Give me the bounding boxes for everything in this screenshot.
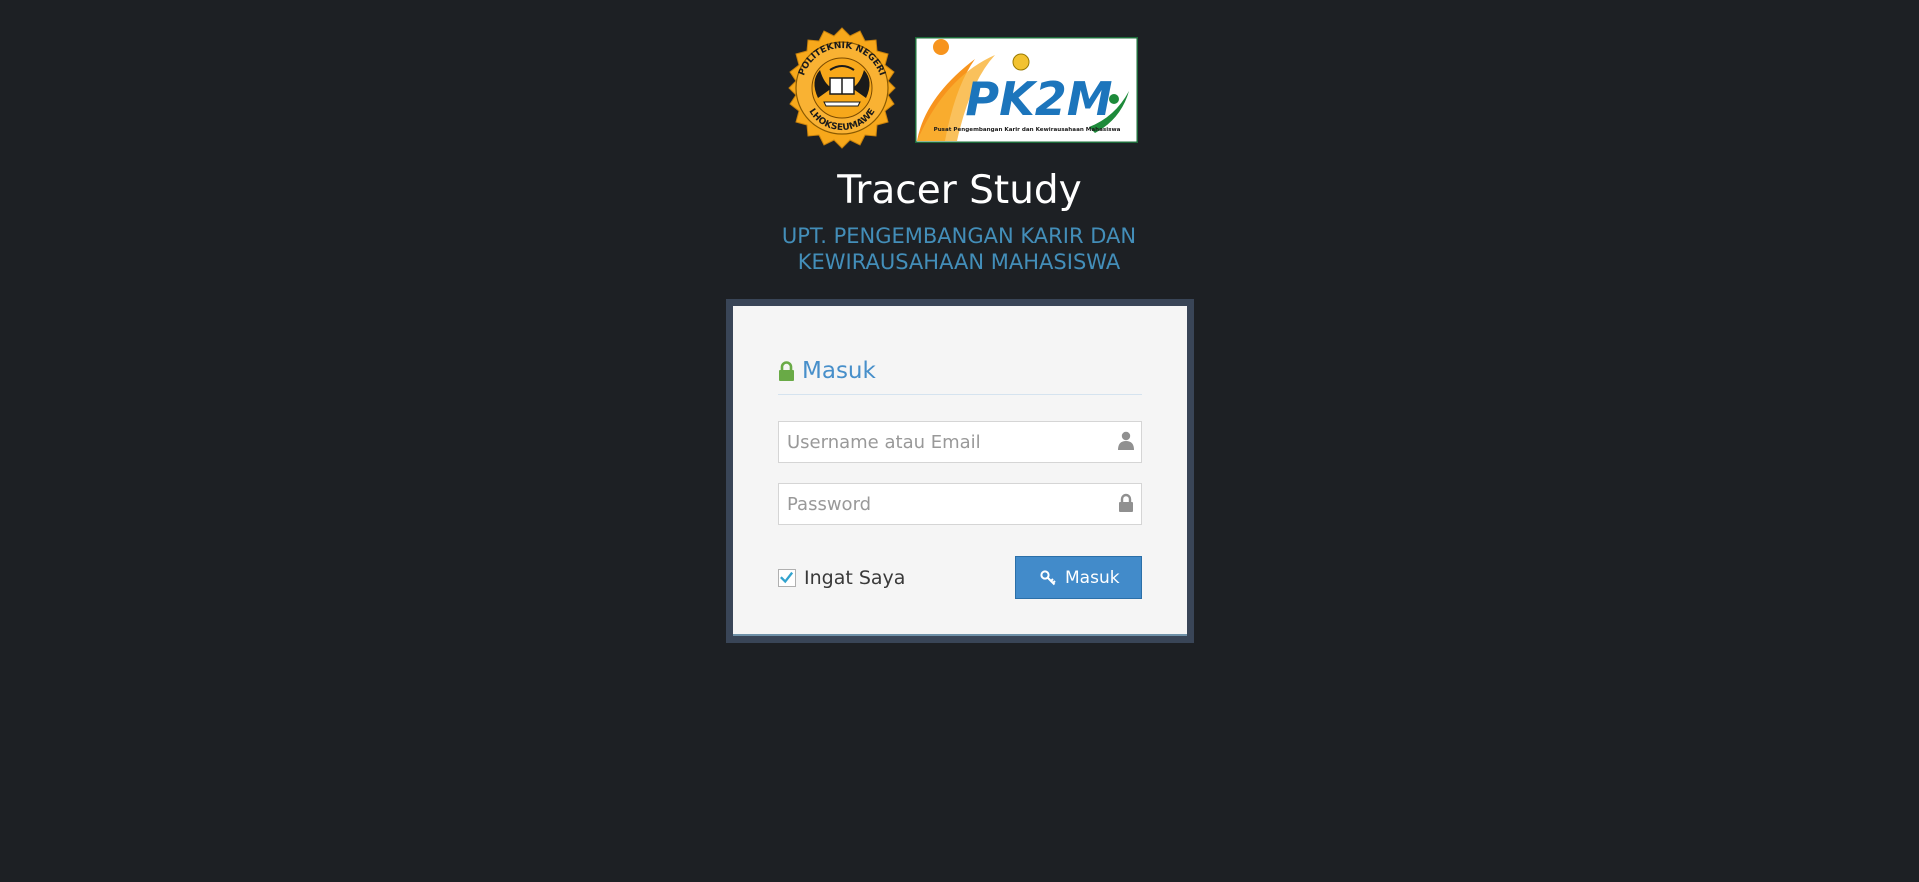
page: POLITEKNIK NEGERI LHOKSEUMAWE PK2M Pusat… [0, 0, 1919, 882]
key-icon [1040, 570, 1056, 586]
check-icon [780, 571, 794, 584]
remember-checkbox[interactable] [778, 569, 796, 587]
login-heading: Masuk [802, 358, 876, 384]
login-button-label: Masuk [1065, 568, 1120, 588]
user-icon [1118, 431, 1134, 450]
username-input[interactable] [779, 422, 1107, 462]
app-title: Tracer Study [837, 168, 1082, 213]
remember-label: Ingat Saya [804, 567, 906, 589]
pk2m-tagline: Pusat Pengembangan Karir dan Kewirausaha… [934, 127, 1121, 133]
lock-icon [1119, 493, 1133, 512]
login-box-frame: Masuk Username atau Email Ingat Saya Mas… [726, 299, 1194, 643]
username-field [778, 421, 1142, 463]
logos: POLITEKNIK NEGERI LHOKSEUMAWE PK2M Pusat… [780, 26, 1140, 152]
login-button[interactable]: Masuk [1015, 556, 1142, 599]
lock-icon [779, 361, 794, 381]
pk2m-wordmark: PK2M [965, 72, 1112, 126]
password-field [778, 483, 1142, 525]
password-input[interactable] [779, 484, 1107, 524]
pnl-logo: POLITEKNIK NEGERI LHOKSEUMAWE [788, 27, 896, 149]
login-box-accent [733, 634, 1187, 636]
login-box: Masuk Username atau Email Ingat Saya Mas… [733, 306, 1187, 634]
app-subtitle: UPT. PENGEMBANGAN KARIR DAN KEWIRAUSAHAA… [781, 224, 1137, 274]
pk2m-logo: PK2M Pusat Pengembangan Karir dan Kewira… [915, 37, 1138, 143]
login-header: Masuk [778, 352, 1142, 395]
